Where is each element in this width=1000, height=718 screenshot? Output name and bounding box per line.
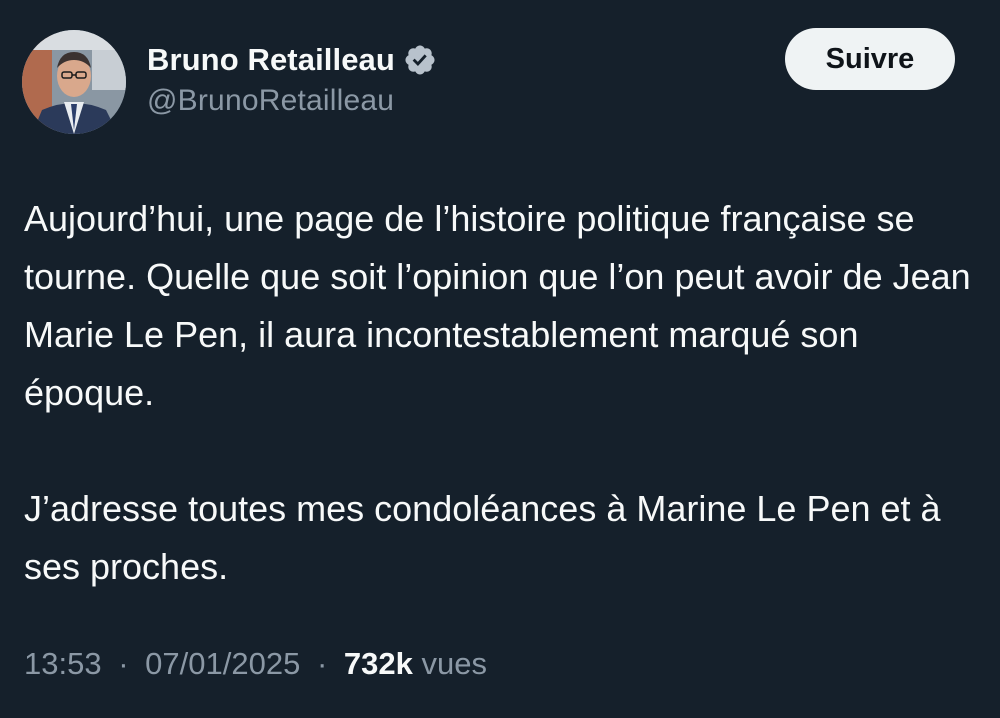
tweet-date[interactable]: 07/01/2025	[145, 646, 300, 681]
tweet-card: Bruno Retailleau @BrunoRetailleau Suivre…	[0, 0, 1000, 718]
tweet-meta: 13:53 · 07/01/2025 · 732k vues	[24, 646, 487, 682]
tweet-paragraph: J’adresse toutes mes condoléances à Mari…	[24, 488, 941, 587]
author-name-row: Bruno Retailleau	[147, 38, 437, 82]
avatar[interactable]	[22, 30, 126, 134]
author-info: Bruno Retailleau @BrunoRetailleau	[147, 38, 437, 118]
tweet-paragraph: Aujourd’hui, une page de l’histoire poli…	[24, 198, 971, 413]
tweet-text: Aujourd’hui, une page de l’histoire poli…	[24, 190, 984, 596]
views-count: 732k	[343, 646, 413, 681]
meta-separator: ·	[118, 646, 129, 681]
verified-badge-icon[interactable]	[403, 43, 437, 77]
meta-separator: ·	[316, 646, 328, 681]
author-handle[interactable]: @BrunoRetailleau	[147, 84, 437, 118]
follow-button[interactable]: Suivre	[785, 28, 955, 90]
author-display-name[interactable]: Bruno Retailleau	[147, 42, 395, 78]
views-label: vues	[421, 646, 487, 681]
tweet-time[interactable]: 13:53	[24, 646, 102, 681]
avatar-photo	[22, 30, 126, 134]
